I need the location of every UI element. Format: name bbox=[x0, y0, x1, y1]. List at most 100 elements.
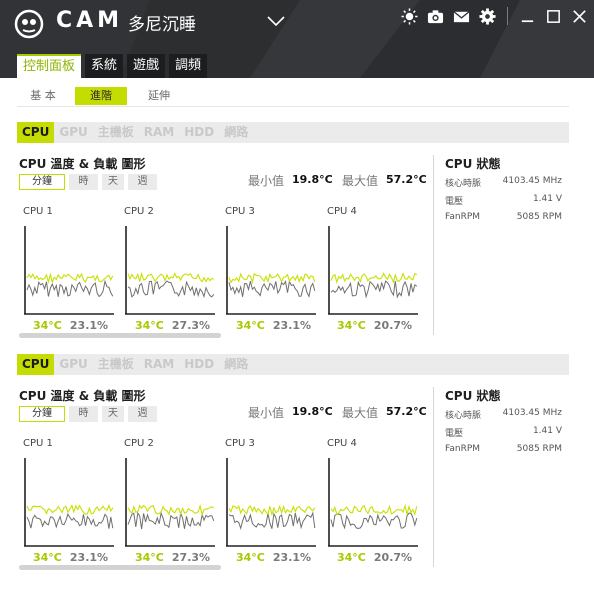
temperature-trace bbox=[26, 503, 114, 515]
core-load: 27.3% bbox=[171, 551, 211, 564]
hw-tab-cpu[interactable]: CPU bbox=[17, 122, 55, 143]
load-trace bbox=[228, 279, 316, 298]
subtab-extended[interactable]: 延伸 bbox=[133, 87, 185, 105]
core-graph-cpu1 bbox=[24, 458, 114, 547]
status-label: FanRPM bbox=[445, 212, 481, 222]
maximize-icon[interactable] bbox=[545, 8, 562, 25]
core-graphs: CPU 1 34°C 23.1% CPU 2 34°C 27.3% CPU 3 34… bbox=[19, 438, 424, 570]
monitor-panel-2: CPU GPU 主機板 RAM HDD 網路 CPU 溫度 & 負載 圖形 分鐘… bbox=[17, 354, 569, 574]
hw-tab-motherboard[interactable]: 主機板 bbox=[93, 354, 139, 375]
status-value: 4103.45 MHz bbox=[502, 408, 562, 418]
core-load: 23.1% bbox=[272, 551, 312, 564]
graphs-scrollbar[interactable] bbox=[19, 333, 221, 338]
subtab-basic[interactable]: 基 本 bbox=[17, 87, 69, 105]
core-temp: 34°C bbox=[33, 319, 62, 332]
core-temp: 34°C bbox=[236, 551, 265, 564]
time-range-tabs: 分鐘 時 天 週 bbox=[19, 406, 157, 422]
status-title: CPU 狀態 bbox=[445, 389, 501, 403]
hw-tab-gpu[interactable]: GPU bbox=[54, 354, 92, 375]
sub-tabs-divider bbox=[17, 106, 569, 107]
brightness-icon[interactable] bbox=[401, 7, 418, 25]
time-tab-minute[interactable]: 分鐘 bbox=[19, 406, 65, 422]
time-tab-hour[interactable]: 時 bbox=[69, 406, 98, 422]
core-stats: 34°C 23.1% bbox=[33, 319, 108, 332]
status-value: 4103.45 MHz bbox=[502, 176, 562, 186]
temperature-trace bbox=[330, 503, 418, 516]
status-label: 核心時脈 bbox=[445, 411, 482, 421]
core-label: CPU 4 bbox=[327, 438, 357, 449]
panel-divider bbox=[433, 387, 434, 567]
load-trace bbox=[26, 512, 114, 529]
minimize-icon[interactable] bbox=[519, 8, 536, 25]
core-graph-cpu3 bbox=[226, 458, 316, 547]
status-value: 5085 RPM bbox=[516, 444, 562, 454]
core-graph-cpu3 bbox=[226, 226, 316, 315]
hw-tab-ram[interactable]: RAM bbox=[139, 122, 179, 143]
panel-divider bbox=[433, 155, 434, 335]
tab-tuning[interactable]: 調頻 bbox=[169, 54, 208, 78]
time-tab-day[interactable]: 天 bbox=[102, 406, 124, 422]
time-tab-week[interactable]: 週 bbox=[128, 174, 157, 190]
hardware-tabs: CPU GPU 主機板 RAM HDD 網路 bbox=[17, 122, 569, 143]
core-stats: 34°C 27.3% bbox=[135, 319, 210, 332]
tab-games[interactable]: 遊戲 bbox=[127, 54, 166, 78]
core-stats: 34°C 20.7% bbox=[337, 319, 412, 332]
time-range-tabs: 分鐘 時 天 週 bbox=[19, 174, 157, 190]
tab-control-panel[interactable]: 控制面板 bbox=[17, 54, 82, 78]
chevron-down-icon[interactable] bbox=[267, 15, 285, 27]
temperature-trace bbox=[127, 271, 215, 283]
status-row-voltage: 電壓 1.41 V bbox=[445, 194, 562, 207]
hw-tab-motherboard[interactable]: 主機板 bbox=[93, 122, 139, 143]
titlebar-separator bbox=[507, 7, 508, 25]
hw-tab-cpu[interactable]: CPU bbox=[17, 354, 55, 375]
core-temp: 34°C bbox=[337, 319, 366, 332]
max-value: 57.2°C bbox=[386, 405, 427, 418]
temperature-trace bbox=[330, 272, 418, 285]
core-load: 20.7% bbox=[373, 319, 413, 332]
tab-system[interactable]: 系統 bbox=[85, 54, 124, 78]
temperature-trace bbox=[228, 504, 316, 517]
temperature-trace bbox=[127, 503, 215, 517]
hw-tab-hdd[interactable]: HDD bbox=[179, 122, 219, 143]
temperature-trace bbox=[228, 272, 316, 285]
status-value: 1.41 V bbox=[532, 194, 562, 204]
time-tab-minute[interactable]: 分鐘 bbox=[19, 174, 65, 190]
title-bar: CAM 多尼沉睡 控制面板 系統 遊戲 調頻 bbox=[0, 0, 594, 78]
hw-tab-network[interactable]: 網路 bbox=[219, 354, 253, 375]
core-stats: 34°C 23.1% bbox=[236, 319, 311, 332]
hw-tab-network[interactable]: 網路 bbox=[219, 122, 253, 143]
min-value: 19.8°C bbox=[292, 173, 333, 186]
hw-tab-ram[interactable]: RAM bbox=[139, 354, 179, 375]
time-tab-hour[interactable]: 時 bbox=[69, 174, 98, 190]
time-tab-week[interactable]: 週 bbox=[128, 406, 157, 422]
graphs-scrollbar[interactable] bbox=[19, 565, 221, 570]
load-trace bbox=[330, 512, 418, 530]
temperature-trace bbox=[26, 272, 114, 285]
status-row-fan: FanRPM 5085 RPM bbox=[445, 212, 562, 222]
core-label: CPU 2 bbox=[124, 438, 154, 449]
status-label: 核心時脈 bbox=[445, 179, 482, 189]
core-load: 23.1% bbox=[272, 319, 312, 332]
camera-icon[interactable] bbox=[427, 8, 444, 25]
hw-tab-gpu[interactable]: GPU bbox=[54, 122, 92, 143]
mail-icon[interactable] bbox=[453, 8, 470, 25]
core-temp: 34°C bbox=[135, 551, 164, 564]
time-tab-day[interactable]: 天 bbox=[102, 174, 124, 190]
status-value: 5085 RPM bbox=[516, 212, 562, 222]
gear-icon[interactable] bbox=[479, 7, 496, 25]
core-label: CPU 1 bbox=[23, 438, 53, 449]
profile-name[interactable]: 多尼沉睡 bbox=[128, 10, 196, 35]
status-label: 電壓 bbox=[445, 197, 464, 207]
min-label: 最小值 bbox=[248, 174, 285, 188]
core-stats: 34°C 23.1% bbox=[33, 551, 108, 564]
core-stats: 34°C 20.7% bbox=[337, 551, 412, 564]
monitor-panel-1: CPU GPU 主機板 RAM HDD 網路 CPU 溫度 & 負載 圖形 分鐘… bbox=[17, 122, 569, 342]
subtab-advanced[interactable]: 進階 bbox=[75, 87, 127, 105]
core-temp: 34°C bbox=[33, 551, 62, 564]
core-label: CPU 3 bbox=[225, 438, 255, 449]
max-label: 最大值 bbox=[342, 174, 379, 188]
hw-tab-hdd[interactable]: HDD bbox=[179, 354, 219, 375]
close-icon[interactable] bbox=[571, 8, 588, 25]
status-row-clock: 核心時脈 4103.45 MHz bbox=[445, 408, 562, 421]
core-label: CPU 3 bbox=[225, 206, 255, 217]
